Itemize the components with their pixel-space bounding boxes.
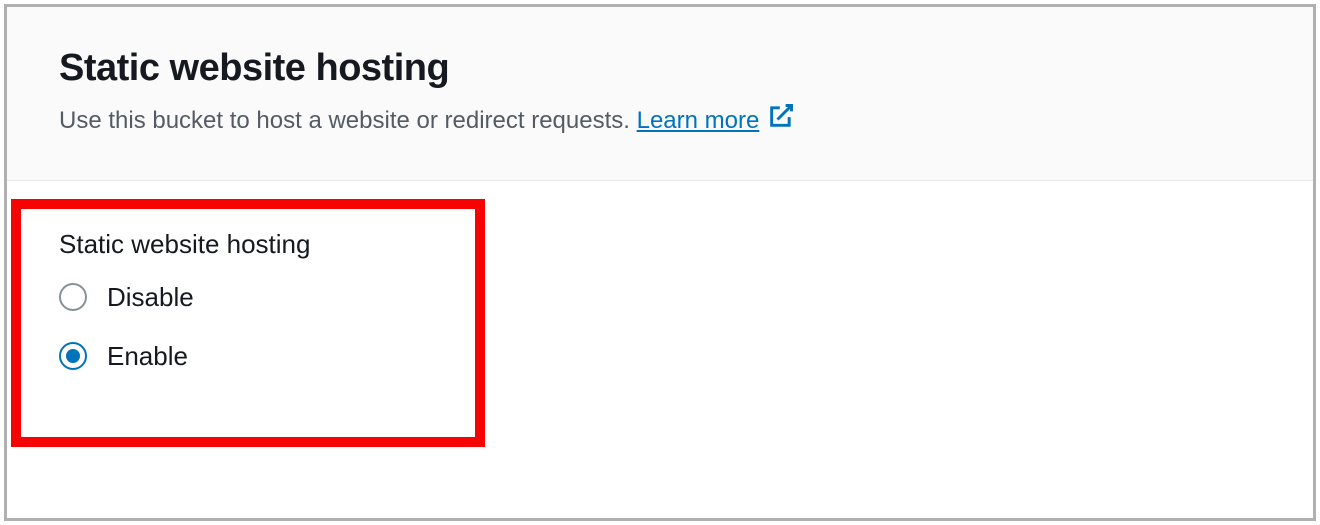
subtitle-text: Use this bucket to host a website or red…	[59, 107, 637, 134]
learn-more-link[interactable]: Learn more	[637, 102, 796, 140]
panel-body: Static website hosting Disable Enable	[7, 181, 1313, 440]
radio-label-disable: Disable	[107, 282, 194, 313]
radio-indicator-enable	[59, 342, 87, 370]
radio-group-label: Static website hosting	[59, 229, 1261, 260]
radio-option-disable[interactable]: Disable	[59, 282, 1261, 313]
radio-label-enable: Enable	[107, 341, 188, 372]
panel-title: Static website hosting	[59, 47, 1261, 90]
learn-more-label: Learn more	[637, 104, 760, 138]
radio-option-enable[interactable]: Enable	[59, 341, 1261, 372]
external-link-icon	[767, 102, 795, 140]
settings-panel: Static website hosting Use this bucket t…	[4, 4, 1316, 521]
panel-subtitle: Use this bucket to host a website or red…	[59, 102, 1261, 140]
panel-header: Static website hosting Use this bucket t…	[7, 7, 1313, 181]
radio-selected-dot	[66, 349, 80, 363]
radio-indicator-disable	[59, 283, 87, 311]
static-hosting-radio-group: Static website hosting Disable Enable	[7, 181, 1313, 440]
